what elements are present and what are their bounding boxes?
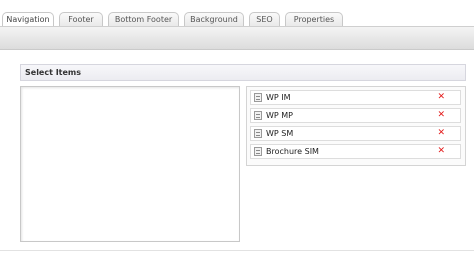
selected-item[interactable]: WP MP ✕ [250, 108, 461, 123]
page-icon [254, 147, 262, 156]
remove-x-icon[interactable]: ✕ [437, 127, 445, 140]
remove-x-icon[interactable]: ✕ [437, 109, 445, 122]
tab-seo[interactable]: SEO [249, 12, 280, 26]
available-items-list[interactable] [20, 86, 240, 242]
page-icon [254, 129, 262, 138]
selected-item[interactable]: WP SM ✕ [250, 126, 461, 141]
selected-item[interactable]: WP IM ✕ [250, 90, 461, 105]
section-header: Select Items [20, 64, 466, 81]
item-label: WP IM [266, 93, 291, 102]
tab-background[interactable]: Background [184, 12, 244, 26]
page-icon [254, 93, 262, 102]
tab-navigation[interactable]: Navigation [2, 12, 54, 26]
remove-x-icon[interactable]: ✕ [437, 91, 445, 104]
divider [0, 250, 474, 251]
selected-items-list: WP IM ✕ WP MP ✕ WP SM ✕ Brochure SIM ✕ [246, 86, 466, 166]
item-label: Brochure SIM [266, 147, 319, 156]
page-icon [254, 111, 262, 120]
item-label: WP SM [266, 129, 294, 138]
toolbar [0, 26, 474, 50]
selected-item[interactable]: Brochure SIM ✕ [250, 144, 461, 159]
tab-footer[interactable]: Footer [59, 12, 103, 26]
section-title: Select Items [25, 68, 82, 77]
tab-properties[interactable]: Properties [285, 12, 343, 26]
tab-bottom-footer[interactable]: Bottom Footer [108, 12, 179, 26]
tab-bar: Navigation Footer Bottom Footer Backgrou… [0, 0, 474, 26]
remove-x-icon[interactable]: ✕ [437, 145, 445, 158]
item-label: WP MP [266, 111, 294, 120]
